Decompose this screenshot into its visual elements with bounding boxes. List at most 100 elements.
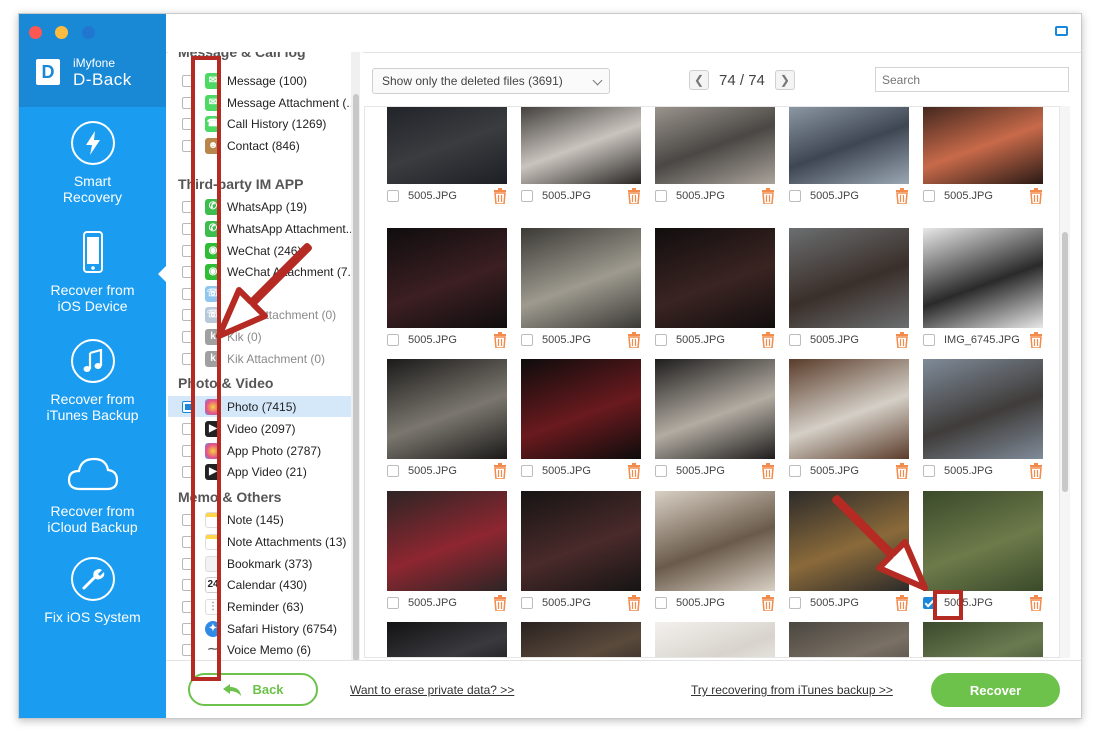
photo-item[interactable] [387,622,507,657]
photo-checkbox[interactable] [923,190,935,202]
photo-item[interactable]: 5005.JPG [521,359,641,483]
photo-filename: 5005.JPG [542,465,591,477]
category-label: Bookmark (373) [227,556,313,571]
photo-item[interactable]: 5005.JPG [521,107,641,208]
photo-thumbnail[interactable] [387,228,507,328]
cloud-icon [65,451,121,495]
nav-label-line2: iOS Device [57,298,128,314]
photo-thumbnail[interactable] [923,622,1043,657]
photo-thumbnail[interactable] [655,491,775,591]
search-input[interactable] [875,67,1069,92]
trash-icon [1030,463,1042,479]
nav-fix-ios-system[interactable]: Fix iOS System [19,557,166,625]
photo-checkbox[interactable] [387,190,399,202]
trash-icon [896,188,908,204]
photo-caption: 5005.JPG [387,459,507,483]
photo-checkbox[interactable] [789,597,801,609]
trash-icon [762,188,774,204]
photo-thumbnail[interactable] [655,228,775,328]
photo-checkbox[interactable] [789,334,801,346]
photo-thumbnail[interactable] [655,622,775,657]
category-label: WhatsApp Attachment.. [227,221,351,236]
photo-thumbnail[interactable] [789,359,909,459]
photo-thumbnail[interactable] [521,359,641,459]
photo-item[interactable]: 5005.JPG [923,359,1043,483]
nav-recover-ios-device[interactable]: Recover from iOS Device [19,230,166,314]
category-label: WhatsApp (19) [227,199,308,214]
photo-item[interactable]: 5005.JPG [655,107,775,208]
photo-item[interactable]: 5005.JPG [387,228,507,352]
deleted-files-filter-dropdown[interactable]: Show only the deleted files (3691) [372,68,610,94]
nav-recover-icloud-backup[interactable]: Recover from iCloud Backup [19,451,166,535]
photo-thumbnail[interactable] [521,107,641,184]
photo-thumbnail[interactable] [923,491,1043,591]
photo-item[interactable]: 5005.JPG [655,491,775,615]
nav-label-line1: Recover from [50,282,135,298]
photo-thumbnail[interactable] [789,107,909,184]
photo-thumbnail[interactable] [387,622,507,657]
photo-thumbnail[interactable] [923,359,1043,459]
photo-thumbnail[interactable] [387,491,507,591]
chat-icon[interactable] [1055,26,1068,36]
photo-item[interactable]: 5005.JPG [655,228,775,352]
photo-item[interactable]: 5005.JPG [521,491,641,615]
photo-checkbox[interactable] [521,465,533,477]
photo-item[interactable]: IMG_6745.JPG [923,228,1043,352]
photo-thumbnail[interactable] [521,491,641,591]
nav-smart-recovery[interactable]: Smart Recovery [19,121,166,205]
photo-checkbox[interactable] [655,190,667,202]
photo-item[interactable]: 5005.JPG [521,228,641,352]
photo-item[interactable]: 5005.JPG [387,107,507,208]
app-window: D iMyfone D-Back Smart Recovery Recover … [18,13,1082,719]
photo-checkbox[interactable] [655,597,667,609]
photo-item[interactable]: 5005.JPG [387,359,507,483]
photo-item[interactable]: 5005.JPG [655,359,775,483]
photo-checkbox[interactable] [923,465,935,477]
photo-item[interactable]: 5005.JPG [789,359,909,483]
next-page-button[interactable]: ❯ [774,70,795,90]
close-window-button[interactable] [29,26,42,39]
photo-checkbox[interactable] [387,334,399,346]
photo-thumbnail[interactable] [387,359,507,459]
nav-label-line1: Recover from [50,503,135,519]
photo-item[interactable]: 5005.JPG [789,107,909,208]
photo-item[interactable] [923,622,1043,657]
erase-private-data-link[interactable]: Want to erase private data? >> [350,683,514,697]
photo-thumbnail[interactable] [521,228,641,328]
photo-thumbnail[interactable] [655,359,775,459]
photo-checkbox[interactable] [387,465,399,477]
photo-thumbnail[interactable] [923,228,1043,328]
photo-thumbnail[interactable] [789,228,909,328]
photo-checkbox[interactable] [655,465,667,477]
zoom-window-button[interactable] [82,26,95,39]
nav-recover-itunes-backup[interactable]: Recover from iTunes Backup [19,339,166,423]
recover-button[interactable]: Recover [931,673,1060,707]
photo-checkbox[interactable] [655,334,667,346]
photo-checkbox[interactable] [789,465,801,477]
prev-page-button[interactable]: ❮ [689,70,709,90]
photo-item[interactable]: 5005.JPG [387,491,507,615]
photo-thumbnail[interactable] [923,107,1043,184]
photo-caption: 5005.JPG [521,328,641,352]
photo-filename: 5005.JPG [810,334,859,346]
photo-checkbox[interactable] [521,190,533,202]
photo-item[interactable]: 5005.JPG [923,107,1043,208]
photo-checkbox[interactable] [521,334,533,346]
try-itunes-backup-link[interactable]: Try recovering from iTunes backup >> [691,683,893,697]
photo-item[interactable] [655,622,775,657]
photo-item[interactable] [521,622,641,657]
category-scrollbar-thumb[interactable] [353,94,359,661]
photo-thumbnail[interactable] [655,107,775,184]
photo-checkbox[interactable] [789,190,801,202]
photo-checkbox[interactable] [923,334,935,346]
minimize-window-button[interactable] [55,26,68,39]
photo-item[interactable] [789,622,909,657]
photo-thumbnail[interactable] [521,622,641,657]
photo-checkbox[interactable] [521,597,533,609]
photo-checkbox[interactable] [387,597,399,609]
photo-grid-scrollbar-thumb[interactable] [1062,232,1068,492]
photo-thumbnail[interactable] [387,107,507,184]
photo-filename: 5005.JPG [944,465,993,477]
photo-thumbnail[interactable] [789,622,909,657]
photo-item[interactable]: 5005.JPG [789,228,909,352]
